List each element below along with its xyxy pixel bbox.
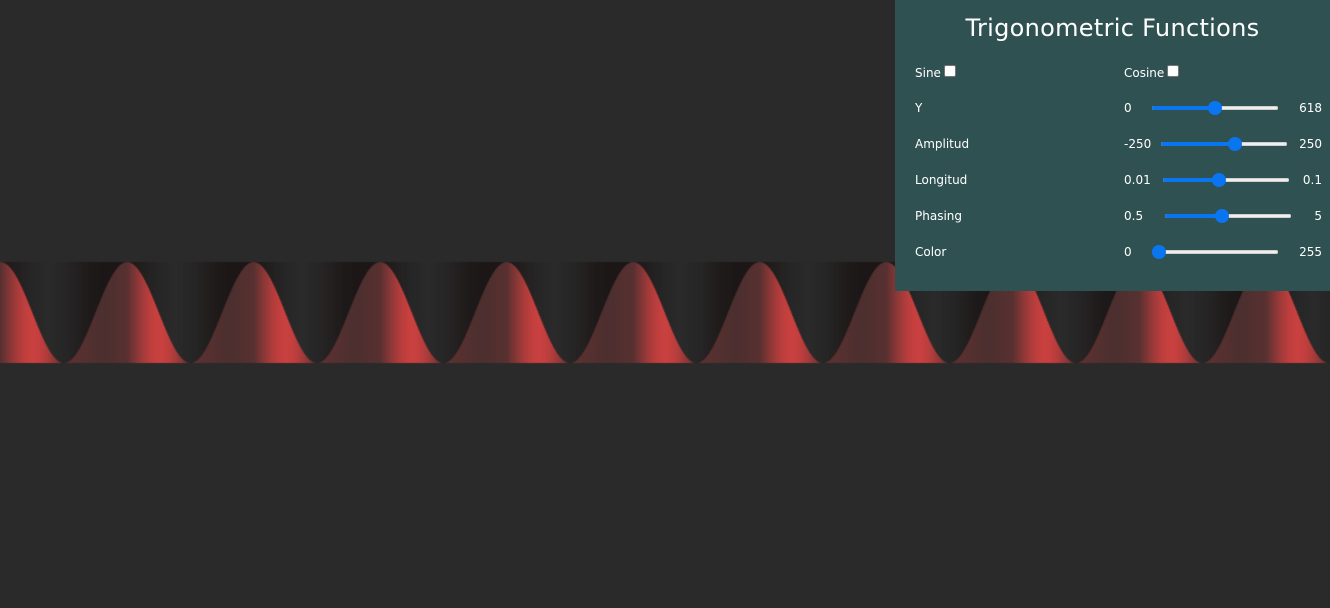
toggle-row: Sine Cosine <box>895 65 1330 87</box>
slider-min-longitud: 0.01 <box>1124 173 1151 187</box>
panel-title: Trigonometric Functions <box>965 14 1260 42</box>
cosine-checkbox[interactable] <box>1167 65 1180 77</box>
slider-label-longitud: Longitud <box>915 173 968 187</box>
cosine-toggle[interactable]: Cosine <box>1124 65 1180 81</box>
slider-min-y: 0 <box>1124 101 1132 115</box>
slider-row-phasing: Phasing 0.5 5 <box>895 208 1330 230</box>
slider-thumb[interactable] <box>1228 137 1243 151</box>
slider-y[interactable] <box>1152 101 1278 115</box>
slider-fill <box>1163 178 1220 182</box>
slider-row-amplitud: Amplitud -250 250 <box>895 136 1330 158</box>
slider-row-longitud: Longitud 0.01 0.1 <box>895 172 1330 194</box>
controls-panel: Trigonometric Functions Sine Cosine Y 0 … <box>895 0 1330 291</box>
sine-checkbox[interactable] <box>943 65 956 77</box>
slider-label-y: Y <box>915 101 923 115</box>
slider-amplitud[interactable] <box>1161 137 1287 151</box>
slider-color[interactable] <box>1152 245 1278 259</box>
cosine-label: Cosine <box>1124 66 1165 80</box>
slider-longitud[interactable] <box>1163 173 1289 187</box>
slider-row-y: Y 0 618 <box>895 100 1330 122</box>
slider-thumb[interactable] <box>1152 245 1166 259</box>
slider-fill <box>1165 214 1223 218</box>
canvas-stage[interactable]: Trigonometric Functions Sine Cosine Y 0 … <box>0 0 1330 608</box>
slider-max-phasing: 5 <box>1314 209 1322 223</box>
slider-phasing[interactable] <box>1165 209 1291 223</box>
slider-label-phasing: Phasing <box>915 209 963 223</box>
slider-thumb[interactable] <box>1212 173 1227 187</box>
sine-toggle[interactable]: Sine <box>915 65 956 81</box>
slider-label-amplitud: Amplitud <box>915 137 970 151</box>
slider-max-longitud: 0.1 <box>1302 173 1322 187</box>
slider-row-color: Color 0 255 <box>895 244 1330 266</box>
slider-min-phasing: 0.5 <box>1124 209 1144 223</box>
slider-min-color: 0 <box>1124 245 1132 259</box>
slider-fill <box>1152 106 1215 110</box>
sine-label: Sine <box>915 66 941 80</box>
slider-max-color: 255 <box>1299 245 1322 259</box>
slider-min-amplitud: -250 <box>1124 137 1152 151</box>
slider-thumb[interactable] <box>1208 101 1222 115</box>
slider-max-y: 618 <box>1299 101 1322 115</box>
slider-track <box>1152 250 1278 254</box>
slider-label-color: Color <box>915 245 947 259</box>
slider-thumb[interactable] <box>1215 209 1230 223</box>
slider-max-amplitud: 250 <box>1299 137 1322 151</box>
slider-fill <box>1161 142 1236 146</box>
